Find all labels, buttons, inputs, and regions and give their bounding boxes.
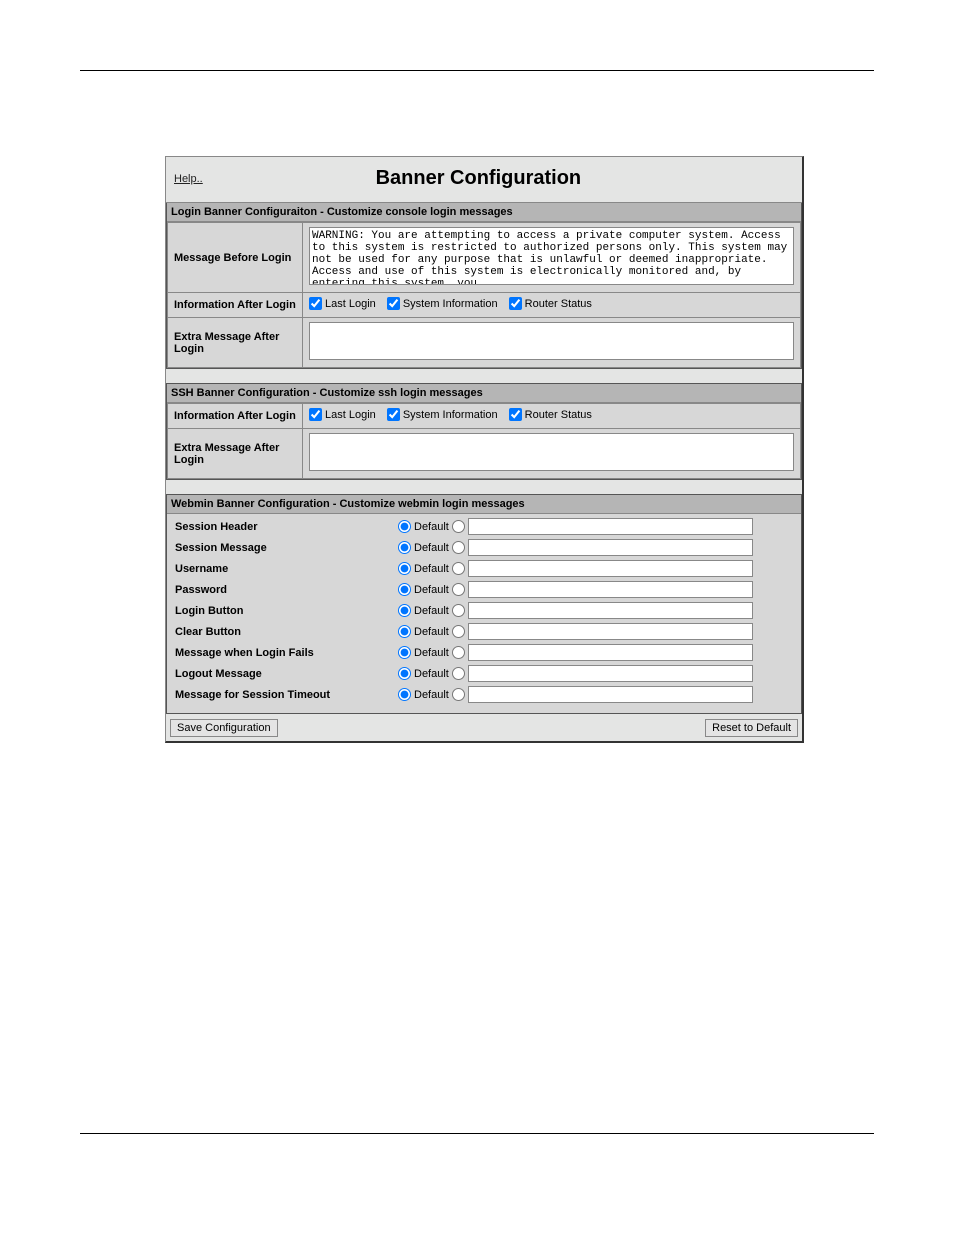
- login-last-login-checkbox[interactable]: [309, 297, 322, 310]
- webmin-row: Password Default: [175, 579, 793, 600]
- webmin-default-label: Default: [414, 563, 449, 575]
- webmin-default-label: Default: [414, 584, 449, 596]
- login-sysinfo-text: System Information: [403, 298, 498, 310]
- webmin-default-radio[interactable]: [398, 625, 411, 638]
- webmin-row-radios: Default: [395, 623, 753, 640]
- webmin-row: Username Default: [175, 558, 793, 579]
- webmin-row: Login Button Default: [175, 600, 793, 621]
- webmin-default-radio[interactable]: [398, 646, 411, 659]
- webmin-custom-radio[interactable]: [452, 667, 465, 680]
- webmin-default-radio[interactable]: [398, 667, 411, 680]
- webmin-row-label: Password: [175, 584, 395, 596]
- save-button[interactable]: Save Configuration: [170, 719, 278, 737]
- webmin-row-radios: Default: [395, 581, 753, 598]
- webmin-row-radios: Default: [395, 644, 753, 661]
- webmin-custom-radio[interactable]: [452, 646, 465, 659]
- extra-msg-after-login-label: Extra Message After Login: [168, 318, 303, 368]
- webmin-banner-section: Webmin Banner Configuration - Customize …: [166, 494, 802, 714]
- login-router-checkbox[interactable]: [509, 297, 522, 310]
- webmin-default-radio[interactable]: [398, 520, 411, 533]
- webmin-row-label: Session Header: [175, 521, 395, 533]
- webmin-default-radio[interactable]: [398, 541, 411, 554]
- webmin-custom-radio[interactable]: [452, 520, 465, 533]
- reset-button[interactable]: Reset to Default: [705, 719, 798, 737]
- help-link[interactable]: Help..: [174, 173, 203, 185]
- webmin-custom-input[interactable]: [468, 602, 753, 619]
- login-sysinfo-checkbox[interactable]: [387, 297, 400, 310]
- webmin-row-label: Message when Login Fails: [175, 647, 395, 659]
- info-after-login-label: Information After Login: [168, 293, 303, 318]
- webmin-row-label: Login Button: [175, 605, 395, 617]
- webmin-custom-radio[interactable]: [452, 583, 465, 596]
- webmin-custom-radio[interactable]: [452, 604, 465, 617]
- webmin-default-label: Default: [414, 605, 449, 617]
- webmin-row: Message for Session Timeout Default: [175, 684, 793, 705]
- ssh-router-text: Router Status: [525, 409, 592, 421]
- webmin-default-label: Default: [414, 647, 449, 659]
- webmin-custom-radio[interactable]: [452, 688, 465, 701]
- webmin-row-label: Clear Button: [175, 626, 395, 638]
- ssh-last-login-text: Last Login: [325, 409, 376, 421]
- webmin-row: Logout Message Default: [175, 663, 793, 684]
- msg-before-login-label: Message Before Login: [168, 223, 303, 293]
- webmin-custom-radio[interactable]: [452, 562, 465, 575]
- webmin-custom-input[interactable]: [468, 581, 753, 598]
- ssh-info-after-login-label: Information After Login: [168, 404, 303, 429]
- webmin-row-radios: Default: [395, 560, 753, 577]
- login-banner-section: Login Banner Configuraiton - Customize c…: [166, 203, 802, 369]
- webmin-row-radios: Default: [395, 539, 753, 556]
- webmin-row: Session Message Default: [175, 537, 793, 558]
- ssh-router-checkbox[interactable]: [509, 408, 522, 421]
- webmin-custom-input[interactable]: [468, 518, 753, 535]
- ssh-banner-section: SSH Banner Configuration - Customize ssh…: [166, 383, 802, 480]
- webmin-default-label: Default: [414, 689, 449, 701]
- webmin-custom-radio[interactable]: [452, 541, 465, 554]
- webmin-row: Message when Login Fails Default: [175, 642, 793, 663]
- banner-config-form: Help.. Banner Configuration Login Banner…: [165, 156, 804, 743]
- webmin-default-label: Default: [414, 542, 449, 554]
- ssh-sysinfo-checkbox[interactable]: [387, 408, 400, 421]
- webmin-default-radio[interactable]: [398, 583, 411, 596]
- form-header: Help.. Banner Configuration: [166, 157, 802, 203]
- ssh-sysinfo-text: System Information: [403, 409, 498, 421]
- webmin-custom-input[interactable]: [468, 560, 753, 577]
- webmin-row-label: Logout Message: [175, 668, 395, 680]
- login-router-text: Router Status: [525, 298, 592, 310]
- button-row: Save Configuration Reset to Default: [166, 714, 802, 741]
- login-section-heading: Login Banner Configuraiton - Customize c…: [167, 203, 801, 222]
- webmin-row-label: Session Message: [175, 542, 395, 554]
- ssh-extra-msg-label: Extra Message After Login: [168, 429, 303, 479]
- webmin-default-radio[interactable]: [398, 604, 411, 617]
- webmin-custom-input[interactable]: [468, 686, 753, 703]
- webmin-row-label: Username: [175, 563, 395, 575]
- webmin-row: Clear Button Default: [175, 621, 793, 642]
- msg-before-login-textarea[interactable]: [309, 227, 794, 285]
- webmin-default-label: Default: [414, 626, 449, 638]
- ssh-section-heading: SSH Banner Configuration - Customize ssh…: [167, 384, 801, 403]
- webmin-default-label: Default: [414, 668, 449, 680]
- login-last-login-text: Last Login: [325, 298, 376, 310]
- ssh-last-login-checkbox[interactable]: [309, 408, 322, 421]
- webmin-custom-input[interactable]: [468, 665, 753, 682]
- webmin-default-radio[interactable]: [398, 562, 411, 575]
- webmin-default-radio[interactable]: [398, 688, 411, 701]
- webmin-row-radios: Default: [395, 518, 753, 535]
- webmin-row-radios: Default: [395, 686, 753, 703]
- webmin-row-radios: Default: [395, 602, 753, 619]
- webmin-section-heading: Webmin Banner Configuration - Customize …: [167, 495, 801, 514]
- webmin-row-radios: Default: [395, 665, 753, 682]
- webmin-row-label: Message for Session Timeout: [175, 689, 395, 701]
- page-title: Banner Configuration: [203, 167, 754, 190]
- webmin-custom-radio[interactable]: [452, 625, 465, 638]
- extra-msg-after-login-textarea[interactable]: [309, 322, 794, 360]
- webmin-custom-input[interactable]: [468, 623, 753, 640]
- webmin-custom-input[interactable]: [468, 644, 753, 661]
- webmin-custom-input[interactable]: [468, 539, 753, 556]
- webmin-default-label: Default: [414, 521, 449, 533]
- ssh-extra-msg-textarea[interactable]: [309, 433, 794, 471]
- webmin-row: Session Header Default: [175, 516, 793, 537]
